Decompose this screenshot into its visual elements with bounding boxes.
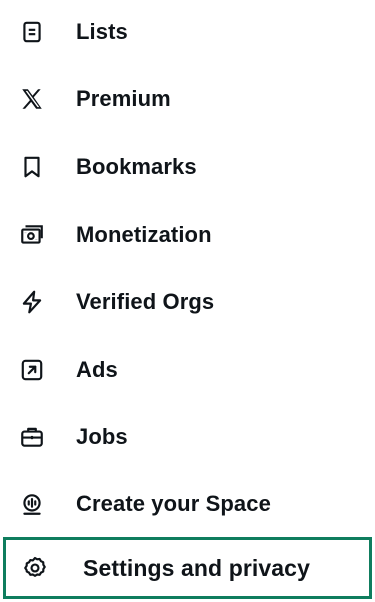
menu-item-create-space[interactable]: Create your Space bbox=[0, 474, 375, 534]
side-menu: Lists Premium Bookmarks Monetization Ver… bbox=[0, 0, 375, 602]
menu-item-premium[interactable]: Premium bbox=[0, 69, 375, 129]
menu-item-ads[interactable]: Ads bbox=[0, 340, 375, 400]
menu-item-label: Lists bbox=[76, 19, 128, 44]
menu-item-verified-orgs[interactable]: Verified Orgs bbox=[0, 272, 375, 332]
menu-item-monetization[interactable]: Monetization bbox=[0, 205, 375, 265]
menu-item-label: Ads bbox=[76, 357, 118, 382]
bookmark-icon bbox=[19, 154, 45, 180]
lightning-icon bbox=[19, 289, 45, 315]
menu-item-label: Verified Orgs bbox=[76, 289, 215, 314]
menu-item-label: Bookmarks bbox=[76, 154, 197, 179]
menu-item-label: Premium bbox=[76, 86, 171, 111]
space-mic-icon bbox=[19, 491, 45, 517]
menu-item-label: Settings and privacy bbox=[83, 554, 310, 581]
menu-item-label: Jobs bbox=[76, 424, 128, 449]
menu-item-jobs[interactable]: Jobs bbox=[0, 407, 375, 467]
menu-item-bookmarks[interactable]: Bookmarks bbox=[0, 137, 375, 197]
menu-item-label: Create your Space bbox=[76, 491, 271, 516]
list-icon bbox=[19, 19, 45, 45]
gear-icon bbox=[22, 555, 48, 581]
briefcase-icon bbox=[19, 424, 45, 450]
money-icon bbox=[19, 222, 45, 248]
menu-item-settings-privacy[interactable]: Settings and privacy bbox=[3, 537, 372, 599]
menu-item-lists[interactable]: Lists bbox=[0, 2, 375, 62]
external-arrow-icon bbox=[19, 357, 45, 383]
menu-item-label: Monetization bbox=[76, 222, 212, 247]
x-logo-icon bbox=[19, 86, 45, 112]
